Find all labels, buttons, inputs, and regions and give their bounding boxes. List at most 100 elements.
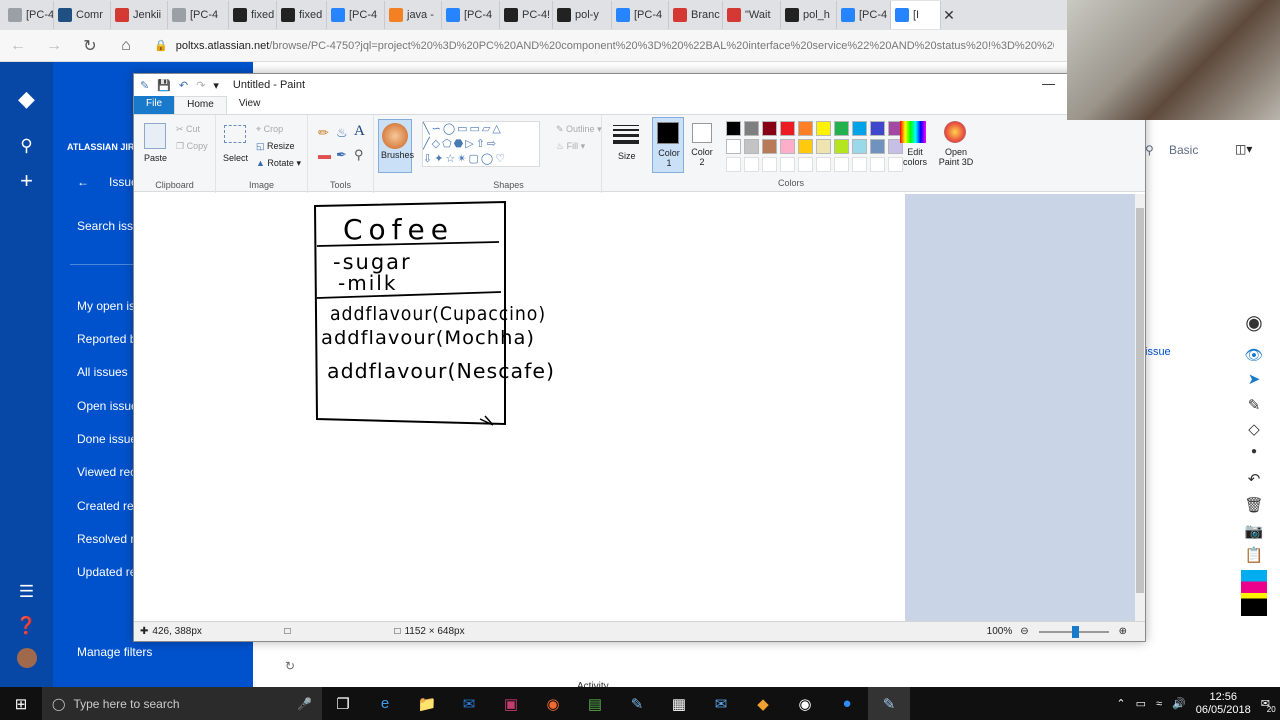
search-icon[interactable]: ⚲ — [0, 136, 53, 156]
filter-link[interactable]: Done issue — [77, 432, 137, 446]
text-tool-icon[interactable]: A — [354, 123, 365, 140]
browser-tab[interactable]: java - — [385, 1, 442, 29]
clipboard-icon[interactable]: 📋 — [1239, 546, 1269, 564]
refresh-icon[interactable]: ↻ — [285, 659, 295, 673]
custom-color-slot[interactable] — [816, 157, 831, 172]
custom-color-slot[interactable] — [744, 157, 759, 172]
filter-link[interactable]: Viewed rec — [77, 465, 136, 479]
size-button[interactable]: Size — [610, 121, 642, 173]
layout-switcher-icon[interactable]: ◫▾ — [1235, 142, 1252, 156]
home-icon[interactable]: ⌂ — [108, 30, 144, 62]
tab-home[interactable]: Home — [174, 96, 227, 114]
paste-icon[interactable] — [144, 123, 166, 149]
palette-swatch[interactable] — [744, 139, 759, 154]
palette-swatch[interactable] — [762, 121, 777, 136]
eraser-icon[interactable]: ◇ — [1239, 420, 1269, 438]
palette-swatch[interactable] — [726, 139, 741, 154]
back-issues-link[interactable]: ← Issue — [77, 175, 138, 189]
resize-button[interactable]: ◱ Resize — [256, 141, 295, 152]
color-selector[interactable] — [1241, 570, 1267, 616]
issue-link[interactable]: issue — [1145, 346, 1171, 358]
wifi-icon[interactable]: ≈ — [1156, 698, 1162, 710]
scrollbar-thumb[interactable] — [1136, 208, 1144, 593]
highlighter-icon[interactable]: ✎ — [1239, 396, 1269, 414]
chevron-up-icon[interactable]: ⌃ — [1116, 697, 1125, 710]
browser-tab[interactable]: [I — [891, 1, 941, 29]
battery-icon[interactable]: ▭ — [1136, 697, 1146, 710]
browser-tab[interactable]: fixed — [229, 1, 277, 29]
microphone-icon[interactable]: 🎤 — [297, 697, 312, 711]
dot-icon[interactable]: ● — [1239, 446, 1269, 457]
file-explorer-icon[interactable]: 📁 — [406, 687, 448, 720]
custom-color-slot[interactable] — [726, 157, 741, 172]
create-plus-icon[interactable]: + — [0, 168, 53, 194]
filter-link[interactable]: Resolved re — [77, 532, 141, 546]
zoom-out-icon[interactable]: ⊖ — [1020, 626, 1028, 637]
brushes-button[interactable]: Brushes — [378, 119, 414, 173]
save-icon[interactable]: 💾 — [157, 79, 171, 92]
close-tab-icon[interactable]: ✕ — [941, 7, 957, 24]
browser-tab[interactable]: [PC-4 — [442, 1, 500, 29]
color1-button[interactable]: Color 1 — [652, 117, 684, 173]
magnifier-icon[interactable]: ⚲ — [354, 147, 364, 163]
filter-link[interactable]: My open is — [77, 299, 135, 313]
browser-tab[interactable]: pol_h — [781, 1, 837, 29]
color-picker-icon[interactable]: ✒ — [336, 147, 347, 163]
edge-icon[interactable]: e — [364, 687, 406, 720]
palette-swatch[interactable] — [744, 121, 759, 136]
filter-link[interactable]: Reported b — [77, 332, 136, 346]
filter-link[interactable]: All issues — [77, 365, 128, 379]
palette-swatch[interactable] — [870, 121, 885, 136]
notifications-icon[interactable]: ✉ 20 — [1261, 697, 1276, 714]
undo-icon[interactable]: ↶ — [1239, 470, 1269, 488]
firefox-icon[interactable]: ◉ — [532, 687, 574, 720]
lightbulb-icon[interactable]: ◉ — [784, 687, 826, 720]
shapes-gallery[interactable]: ╲∽◯▭▭▱△ ╱◇⬠⬣▷⇧⇨ ⇩✦☆✴▢◯♡ — [422, 121, 540, 167]
palette-swatch[interactable] — [726, 121, 741, 136]
trash-icon[interactable]: 🗑 — [1239, 496, 1269, 514]
eye-icon[interactable]: 👁 — [1239, 346, 1269, 364]
url-field[interactable]: 🔒 poltxs.atlassian.net/browse/PC-4750?jq… — [154, 34, 1054, 58]
palette-swatch[interactable] — [798, 121, 813, 136]
volume-icon[interactable]: 🔊 — [1172, 697, 1186, 710]
git-icon[interactable]: ◆ — [742, 687, 784, 720]
custom-color-slot[interactable] — [780, 157, 795, 172]
custom-color-slot[interactable] — [834, 157, 849, 172]
browser-tab[interactable]: [PC-4 — [612, 1, 669, 29]
drawing-canvas[interactable]: Cofee -sugar -milk addflavour(Cupaccino)… — [135, 194, 905, 621]
filter-link[interactable]: Updated re — [77, 565, 136, 579]
forward-arrow-icon[interactable]: → — [36, 30, 72, 62]
zoom-slider-thumb[interactable] — [1071, 625, 1079, 638]
basic-view-toggle[interactable]: Basic — [1169, 143, 1198, 157]
camera-icon[interactable]: 📷 — [1239, 522, 1269, 540]
custom-color-slot[interactable] — [762, 157, 777, 172]
palette-swatch[interactable] — [798, 139, 813, 154]
edit-colors-icon[interactable] — [900, 121, 926, 143]
zoom-in-icon[interactable]: ⊕ — [1119, 626, 1127, 637]
browser-tab[interactable]: [PC-4 — [837, 1, 891, 29]
browser-tab[interactable]: [PC-4 — [327, 1, 385, 29]
browser-tab[interactable]: pol-y — [553, 1, 612, 29]
pen-app-icon[interactable]: ✎ — [616, 687, 658, 720]
custom-color-slot[interactable] — [798, 157, 813, 172]
browser-tab[interactable]: PC-4! — [500, 1, 553, 29]
manage-filters-link[interactable]: Manage filters — [77, 645, 152, 659]
vertical-scrollbar[interactable] — [1135, 194, 1145, 621]
clock[interactable]: 12:56 06/05/2018 — [1196, 691, 1251, 717]
select-icon[interactable] — [224, 125, 246, 143]
taskbar-search[interactable]: ◯ Type here to search 🎤 — [42, 687, 322, 720]
cursor-icon[interactable]: ➤ — [1239, 370, 1269, 388]
avatar[interactable] — [0, 648, 53, 673]
back-arrow-icon[interactable]: ← — [0, 30, 36, 62]
browser-tab[interactable]: Branc — [669, 1, 723, 29]
color2-button[interactable]: Color 2 — [686, 117, 718, 173]
edit-colors-button[interactable]: Edit colors — [900, 147, 930, 167]
crop-button[interactable]: ⌖ Crop — [256, 124, 283, 135]
minimize-icon[interactable]: — — [1042, 76, 1055, 91]
palette-swatch[interactable] — [870, 139, 885, 154]
browser-tab[interactable]: [PC-4 — [168, 1, 229, 29]
calculator-icon[interactable]: ▦ — [658, 687, 700, 720]
redo-icon[interactable]: ↷ — [196, 79, 205, 92]
browser-tab[interactable]: Comr — [54, 1, 111, 29]
palette-swatch[interactable] — [780, 121, 795, 136]
